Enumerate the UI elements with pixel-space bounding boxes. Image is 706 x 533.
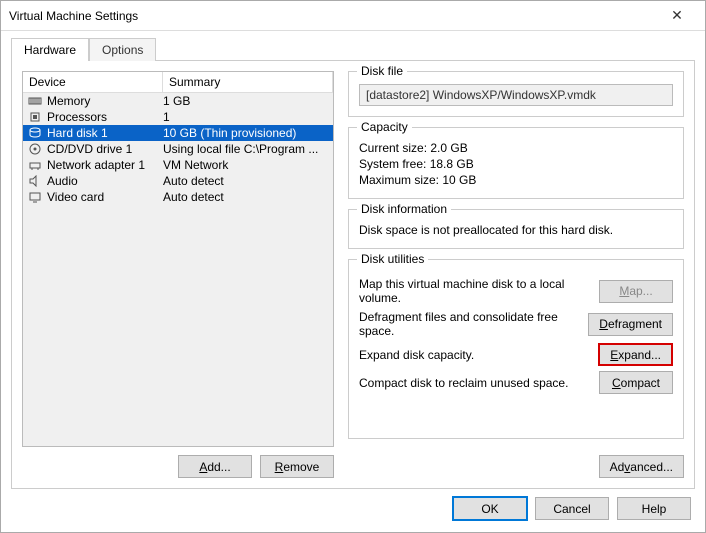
util-row-defrag: Defragment files and consolidate free sp…: [359, 310, 673, 338]
capacity-sysfree: System free: 18.8 GB: [359, 156, 673, 172]
device-summary: 1: [163, 110, 329, 124]
disk-info-text: Disk space is not preallocated for this …: [359, 222, 673, 238]
tabs-row: Hardware Options: [1, 31, 705, 60]
disk-utilities-legend: Disk utilities: [357, 252, 428, 266]
device-row-processors[interactable]: Processors 1: [23, 109, 333, 125]
device-row-video[interactable]: Video card Auto detect: [23, 189, 333, 205]
cancel-button[interactable]: Cancel: [535, 497, 609, 520]
device-label: Video card: [47, 190, 163, 204]
util-desc-defrag: Defragment files and consolidate free sp…: [359, 310, 588, 338]
tab-options[interactable]: Options: [89, 38, 156, 61]
tab-content: Device Summary Memory 1 GB: [11, 60, 695, 489]
disc-icon: [27, 142, 43, 156]
titlebar: Virtual Machine Settings ✕: [1, 1, 705, 31]
capacity-group: Capacity Current size: 2.0 GB System fre…: [348, 127, 684, 199]
device-row-cddvd[interactable]: CD/DVD drive 1 Using local file C:\Progr…: [23, 141, 333, 157]
disk-file-path: [datastore2] WindowsXP/WindowsXP.vmdk: [359, 84, 673, 106]
disk-file-legend: Disk file: [357, 64, 407, 78]
defragment-button[interactable]: Defragment: [588, 313, 673, 336]
capacity-legend: Capacity: [357, 120, 412, 134]
monitor-icon: [27, 190, 43, 204]
network-icon: [27, 158, 43, 172]
util-desc-compact: Compact disk to reclaim unused space.: [359, 376, 599, 390]
disk-info-group: Disk information Disk space is not preal…: [348, 209, 684, 249]
tab-hardware[interactable]: Hardware: [11, 38, 89, 61]
col-header-summary[interactable]: Summary: [163, 72, 333, 93]
dialog-button-row: OK Cancel Help: [1, 497, 705, 532]
compact-button[interactable]: Compact: [599, 371, 673, 394]
device-row-memory[interactable]: Memory 1 GB: [23, 93, 333, 109]
help-button[interactable]: Help: [617, 497, 691, 520]
device-summary: 1 GB: [163, 94, 329, 108]
device-summary: Auto detect: [163, 174, 329, 188]
col-header-device[interactable]: Device: [23, 72, 163, 93]
memory-icon: [27, 94, 43, 108]
device-label: Network adapter 1: [47, 158, 163, 172]
disk-utilities-group: Disk utilities Map this virtual machine …: [348, 259, 684, 439]
advanced-button[interactable]: Advanced...: [599, 455, 684, 478]
capacity-current: Current size: 2.0 GB: [359, 140, 673, 156]
left-column: Device Summary Memory 1 GB: [22, 71, 334, 478]
cpu-icon: [27, 110, 43, 124]
util-row-compact: Compact disk to reclaim unused space. Co…: [359, 371, 673, 394]
device-list[interactable]: Device Summary Memory 1 GB: [22, 71, 334, 447]
window-title: Virtual Machine Settings: [9, 9, 657, 23]
device-row-audio[interactable]: Audio Auto detect: [23, 173, 333, 189]
advanced-row: Advanced...: [348, 455, 684, 478]
util-row-expand: Expand disk capacity. Expand...: [359, 343, 673, 366]
device-summary: VM Network: [163, 158, 329, 172]
disk-info-legend: Disk information: [357, 202, 451, 216]
device-label: Hard disk 1: [47, 126, 163, 140]
close-icon[interactable]: ✕: [657, 7, 697, 24]
add-button[interactable]: Add...: [178, 455, 252, 478]
util-row-map: Map this virtual machine disk to a local…: [359, 277, 673, 305]
device-list-buttons: Add... Remove: [22, 447, 334, 478]
device-list-header: Device Summary: [23, 72, 333, 93]
util-desc-expand: Expand disk capacity.: [359, 348, 598, 362]
ok-button[interactable]: OK: [453, 497, 527, 520]
expand-button[interactable]: Expand...: [598, 343, 673, 366]
device-row-network[interactable]: Network adapter 1 VM Network: [23, 157, 333, 173]
main-columns: Device Summary Memory 1 GB: [22, 71, 684, 478]
util-desc-map: Map this virtual machine disk to a local…: [359, 277, 599, 305]
device-summary: Auto detect: [163, 190, 329, 204]
disk-file-group: Disk file [datastore2] WindowsXP/Windows…: [348, 71, 684, 117]
audio-icon: [27, 174, 43, 188]
device-summary: Using local file C:\Program ...: [163, 142, 329, 156]
device-label: Processors: [47, 110, 163, 124]
device-list-body: Memory 1 GB Processors 1: [23, 93, 333, 446]
right-column: Disk file [datastore2] WindowsXP/Windows…: [348, 71, 684, 478]
device-label: Audio: [47, 174, 163, 188]
map-button: Map...: [599, 280, 673, 303]
harddisk-icon: [27, 126, 43, 140]
device-label: CD/DVD drive 1: [47, 142, 163, 156]
device-label: Memory: [47, 94, 163, 108]
capacity-max: Maximum size: 10 GB: [359, 172, 673, 188]
vm-settings-window: Virtual Machine Settings ✕ Hardware Opti…: [0, 0, 706, 533]
device-row-harddisk[interactable]: Hard disk 1 10 GB (Thin provisioned): [23, 125, 333, 141]
device-summary: 10 GB (Thin provisioned): [163, 126, 329, 140]
remove-button[interactable]: Remove: [260, 455, 334, 478]
